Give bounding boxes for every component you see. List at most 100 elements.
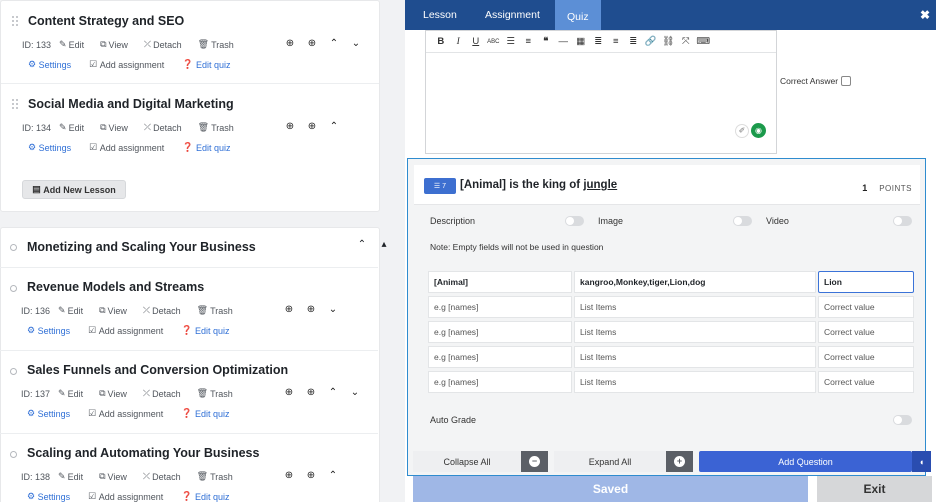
expand-all-icon-button[interactable]: + — [666, 451, 693, 472]
correct-answer-checkbox-row[interactable]: Correct Answer — [780, 76, 852, 86]
settings-link[interactable]: ⚙ Settings — [28, 59, 80, 70]
edit-quiz-link[interactable]: ❓ Edit quiz — [182, 59, 239, 70]
move-down-circle-icon[interactable]: ⊕ — [300, 304, 322, 315]
unlink-icon[interactable]: ⛓ — [660, 36, 678, 47]
list-items-input[interactable]: List Items — [574, 371, 816, 393]
image-toggle[interactable] — [733, 216, 752, 226]
correct-value-input[interactable]: Lion — [818, 271, 914, 293]
add-assignment-link[interactable]: ☑ Add assignment — [88, 491, 172, 502]
edit-link[interactable]: ✎ Edit — [59, 39, 92, 50]
table-icon[interactable]: ▦ — [572, 36, 590, 47]
chevron-down-icon[interactable]: ⌄ — [344, 387, 366, 398]
correct-value-input[interactable]: Correct value — [818, 371, 914, 393]
chevron-up-icon[interactable]: ⌃ — [351, 239, 373, 250]
list-items-input[interactable]: List Items — [574, 346, 816, 368]
fullscreen-icon[interactable]: ⤧ — [677, 36, 695, 47]
chevron-up-icon[interactable]: ⌃ — [323, 38, 345, 49]
view-link[interactable]: ⧉ View — [100, 39, 136, 50]
assistant-icon[interactable]: ◉ — [751, 123, 766, 138]
edit-quiz-link[interactable]: ❓ Edit quiz — [181, 491, 238, 502]
blockquote-icon[interactable]: ❝ — [537, 36, 555, 47]
add-question-button[interactable]: Add Question — [699, 451, 912, 472]
underline-icon[interactable]: U — [467, 36, 485, 47]
move-up-circle-icon[interactable]: ⊕ — [278, 304, 300, 315]
add-question-dropdown-icon[interactable]: ◖ — [912, 451, 931, 472]
move-up-circle-icon[interactable]: ⊕ — [278, 387, 300, 398]
collapse-all-icon-button[interactable]: − — [521, 451, 548, 472]
variable-name-input[interactable]: e.g [names] — [428, 371, 572, 393]
add-assignment-link[interactable]: ☑ Add assignment — [89, 59, 173, 70]
trash-link[interactable]: 🗑 Trash — [197, 388, 241, 399]
italic-icon[interactable]: I — [450, 37, 468, 47]
description-toggle[interactable] — [565, 216, 584, 226]
detach-link[interactable]: ⤫ Detach — [144, 39, 190, 50]
auto-grade-toggle[interactable] — [893, 415, 912, 425]
edit-link[interactable]: ✎ Edit — [59, 122, 92, 133]
edit-quiz-link[interactable]: ❓ Edit quiz — [181, 408, 238, 419]
chevron-up-icon[interactable]: ⌃ — [323, 121, 345, 132]
lesson-title[interactable]: Content Strategy and SEO — [28, 14, 184, 28]
lesson-item[interactable]: Sales Funnels and Conversion Optimizatio… — [0, 350, 378, 432]
grammar-icon[interactable]: ✐ — [735, 123, 749, 138]
add-assignment-link[interactable]: ☑ Add assignment — [88, 408, 172, 419]
edit-link[interactable]: ✎ Edit — [58, 305, 91, 316]
settings-link[interactable]: ⚙ Settings — [27, 325, 79, 336]
view-link[interactable]: ⧉ View — [99, 471, 135, 482]
tab-lesson[interactable]: Lesson — [423, 0, 457, 30]
detach-link[interactable]: ⤫ Detach — [143, 471, 189, 482]
section-title[interactable]: Monetizing and Scaling Your Business — [27, 240, 256, 254]
trash-link[interactable]: 🗑 Trash — [198, 122, 242, 133]
link-icon[interactable]: 🔗 — [642, 36, 660, 47]
saved-button[interactable]: Saved — [413, 476, 808, 502]
expand-all-button[interactable]: Expand All — [554, 451, 666, 472]
lesson-item[interactable]: Social Media and Digital Marketing ID: 1… — [1, 84, 379, 166]
move-down-circle-icon[interactable]: ⊕ — [300, 470, 322, 481]
variable-name-input[interactable]: e.g [names] — [428, 296, 572, 318]
chevron-down-icon[interactable]: ⌄ — [322, 304, 344, 315]
tab-assignment[interactable]: Assignment — [485, 0, 540, 30]
video-toggle[interactable] — [893, 216, 912, 226]
horizontal-rule-icon[interactable]: — — [555, 36, 573, 47]
variable-name-input[interactable]: e.g [names] — [428, 346, 572, 368]
add-new-lesson-button[interactable]: ▤ Add New Lesson — [22, 180, 126, 199]
answer-rich-text-editor[interactable]: B I U ABC ☰ ≡ ❝ — ▦ ≣ ≡ ≣ 🔗 ⛓ ⤧ ⌨ ✐ ◉ — [425, 30, 777, 154]
list-items-input[interactable]: kangroo,Monkey,tiger,Lion,dog — [574, 271, 816, 293]
caret-up-icon[interactable]: ▴ — [373, 239, 395, 250]
lesson-item[interactable]: Revenue Models and Streams ID: 136 ✎ Edit… — [0, 267, 378, 349]
bullet-list-icon[interactable]: ☰ — [502, 36, 520, 47]
settings-link[interactable]: ⚙ Settings — [27, 491, 79, 502]
numbered-list-icon[interactable]: ≡ — [520, 36, 538, 47]
settings-link[interactable]: ⚙ Settings — [28, 142, 80, 153]
tab-quiz[interactable]: Quiz — [555, 0, 601, 30]
strikethrough-icon[interactable]: ABC — [485, 39, 503, 45]
list-items-input[interactable]: List Items — [574, 296, 816, 318]
lesson-title[interactable]: Sales Funnels and Conversion Optimizatio… — [27, 363, 288, 377]
edit-link[interactable]: ✎ Edit — [58, 388, 91, 399]
move-up-circle-icon[interactable]: ⊕ — [279, 38, 301, 49]
settings-link[interactable]: ⚙ Settings — [27, 408, 79, 419]
trash-link[interactable]: 🗑 Trash — [197, 305, 241, 316]
edit-quiz-link[interactable]: ❓ Edit quiz — [182, 142, 239, 153]
chevron-up-icon[interactable]: ⌃ — [322, 387, 344, 398]
bold-icon[interactable]: B — [432, 36, 450, 47]
move-up-circle-icon[interactable]: ⊕ — [278, 470, 300, 481]
correct-answer-checkbox[interactable] — [841, 76, 852, 86]
trash-link[interactable]: 🗑 Trash — [197, 471, 241, 482]
align-left-icon[interactable]: ≣ — [590, 36, 608, 47]
view-link[interactable]: ⧉ View — [99, 388, 135, 399]
move-down-circle-icon[interactable]: ⊕ — [301, 38, 323, 49]
move-down-circle-icon[interactable]: ⊕ — [301, 121, 323, 132]
variable-name-input[interactable]: [Animal] — [428, 271, 572, 293]
add-assignment-link[interactable]: ☑ Add assignment — [88, 325, 172, 336]
correct-value-input[interactable]: Correct value — [818, 321, 914, 343]
chevron-up-icon[interactable]: ⌃ — [322, 470, 344, 481]
align-right-icon[interactable]: ≣ — [625, 36, 643, 47]
question-header[interactable]: ☰ 7 [Animal] is the king of jungle 1 POIN… — [414, 165, 920, 205]
keyboard-icon[interactable]: ⌨ — [695, 36, 713, 47]
edit-link[interactable]: ✎ Edit — [58, 471, 91, 482]
move-up-circle-icon[interactable]: ⊕ — [279, 121, 301, 132]
correct-value-input[interactable]: Correct value — [818, 346, 914, 368]
detach-link[interactable]: ⤫ Detach — [143, 388, 189, 399]
close-icon[interactable]: ✖ — [920, 8, 930, 22]
collapse-all-button[interactable]: Collapse All — [413, 451, 521, 472]
